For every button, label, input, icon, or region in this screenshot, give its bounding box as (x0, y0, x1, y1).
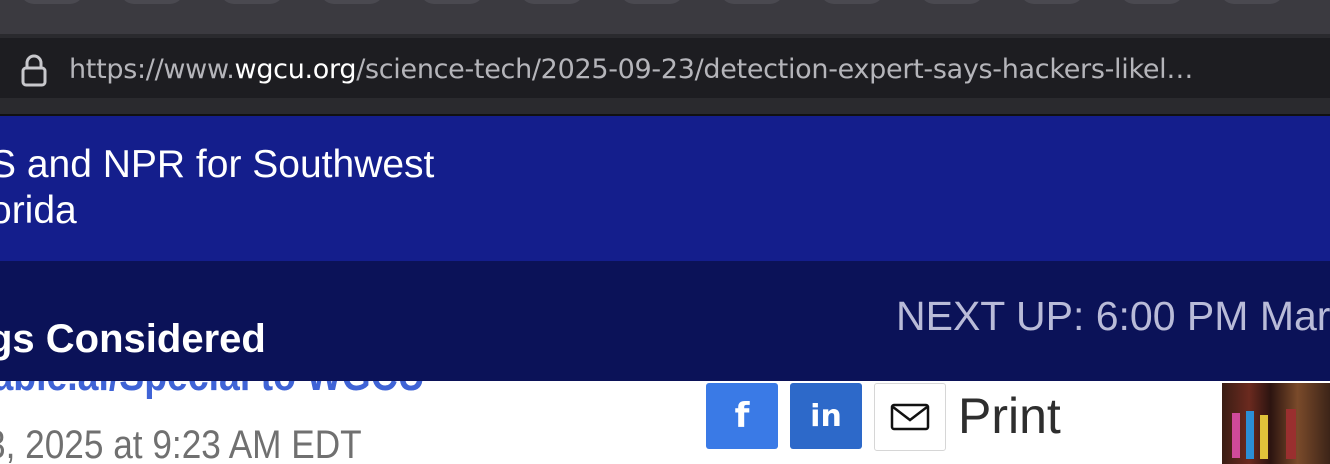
article-header: table.ai/Special to WGCU 3, 2025 at 9:23… (0, 381, 1330, 464)
browser-tab-strip (0, 0, 1330, 34)
thumbnail-detail (1260, 415, 1268, 459)
tab-edge[interactable] (1020, 0, 1084, 4)
now-playing-bar[interactable]: gs Considered NEXT UP: 6:00 PM Mar (0, 261, 1330, 381)
url-domain: wgcu.org (234, 54, 357, 85)
url-text[interactable]: https://www.wgcu.org/science-tech/2025-0… (69, 53, 1309, 87)
tab-edge[interactable] (1120, 0, 1184, 4)
address-bar[interactable]: https://www.wgcu.org/science-tech/2025-0… (0, 38, 1330, 98)
url-prefix: https://www. (69, 54, 235, 85)
tagline-line-2: orida (0, 189, 77, 232)
tab-edge[interactable] (20, 0, 84, 4)
article-byline[interactable]: table.ai/Special to WGCU (0, 381, 425, 401)
email-share-button[interactable] (874, 383, 946, 451)
tab-edge[interactable] (620, 0, 684, 4)
tab-edge[interactable] (1220, 0, 1284, 4)
tab-edge[interactable] (320, 0, 384, 4)
facebook-share-button[interactable]: f (706, 383, 778, 449)
tab-edge[interactable] (120, 0, 184, 4)
envelope-icon (890, 403, 930, 431)
next-up-label: NEXT UP: 6:00 PM Mar (896, 293, 1330, 339)
tab-edge[interactable] (720, 0, 784, 4)
tab-edge[interactable] (220, 0, 284, 4)
article-dateline: 3, 2025 at 9:23 AM EDT (0, 423, 362, 464)
print-button[interactable]: Print (958, 383, 1061, 449)
linkedin-icon: in (810, 398, 842, 434)
facebook-icon: f (734, 396, 750, 436)
lock-icon[interactable] (20, 53, 48, 92)
site-banner: S and NPR for Southwest orida (0, 116, 1330, 261)
tab-edge[interactable] (820, 0, 884, 4)
station-tagline: S and NPR for Southwest orida (0, 142, 520, 234)
tagline-line-1: S and NPR for Southwest (0, 143, 435, 186)
linkedin-share-button[interactable]: in (790, 383, 862, 449)
related-thumbnail[interactable] (1222, 383, 1330, 464)
tab-edge[interactable] (920, 0, 984, 4)
current-program[interactable]: gs Considered (0, 317, 266, 362)
browser-toolbar: https://www.wgcu.org/science-tech/2025-0… (0, 34, 1330, 114)
thumbnail-detail (1246, 411, 1254, 459)
thumbnail-detail (1232, 413, 1240, 458)
thumbnail-detail (1286, 409, 1296, 459)
tab-edge[interactable] (520, 0, 584, 4)
tab-edge[interactable] (420, 0, 484, 4)
url-path: /science-tech/2025-09-23/detection-exper… (356, 54, 1194, 85)
